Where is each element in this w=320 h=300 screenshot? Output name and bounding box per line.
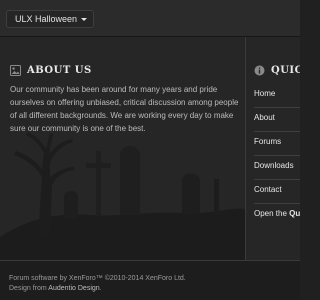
image-icon [10,64,21,76]
quick-nav-list: Home About Forums Downloads Contact Open… [254,84,300,228]
quick-nav-link-contact[interactable]: Contact [254,180,300,204]
cross-vertical [96,151,101,215]
caret-down-icon [81,17,88,21]
fence-post [214,179,219,215]
quick-nav-title: QUICK [271,64,300,76]
audentio-design-link[interactable]: Audentio Design [48,285,99,292]
quick-nav-link-label: Forums [254,137,282,146]
about-us-title: ABOUT US [27,64,92,76]
cross-horizontal [86,163,111,168]
sidebar-divider [245,37,246,260]
footer-widgets-area: ABOUT US Our community has been around f… [0,37,300,260]
footer-design-credit: Design from Audentio Design. [9,285,102,292]
open-quick-navigation-link[interactable]: Open the Qui [254,204,300,228]
quick-nav-link-label: Downloads [254,161,294,170]
quick-nav-link-label: Home [254,89,276,98]
about-us-section: ABOUT US Our community has been around f… [10,63,242,135]
quick-nav-link-downloads[interactable]: Downloads [254,156,300,180]
quick-nav-link-label: About [254,113,275,122]
about-us-heading: ABOUT US [10,63,242,77]
quick-nav-link-about[interactable]: About [254,108,300,132]
about-us-text: Our community has been around for many y… [10,85,239,133]
footer-design-suffix: . [99,285,102,292]
quick-nav-link-home[interactable]: Home [254,84,300,108]
open-quick-nav-bold: Qui [289,209,300,218]
top-bar: ULX Halloween [0,0,300,36]
quick-nav-section: QUICK [254,63,300,77]
ground-silhouette [0,208,245,260]
style-chooser-dropdown[interactable]: ULX Halloween [6,10,95,28]
tombstone-large [120,146,140,215]
tombstone-small-right [182,173,200,213]
footer-design-prefix: Design from [9,285,49,292]
info-icon [254,65,265,75]
quick-nav-link-label: Contact [254,185,282,194]
quick-nav-heading: QUICK [254,63,300,77]
page-footer: Forum software by XenForo™ ©2010-2014 Xe… [0,260,300,300]
open-quick-nav-prefix: Open the [254,209,290,218]
footer-copyright: Forum software by XenForo™ ©2010-2014 Xe… [9,275,186,282]
style-chooser-label: ULX Halloween [15,14,78,24]
quick-nav-link-forums[interactable]: Forums [254,132,300,156]
tombstone-small-left [64,191,78,219]
